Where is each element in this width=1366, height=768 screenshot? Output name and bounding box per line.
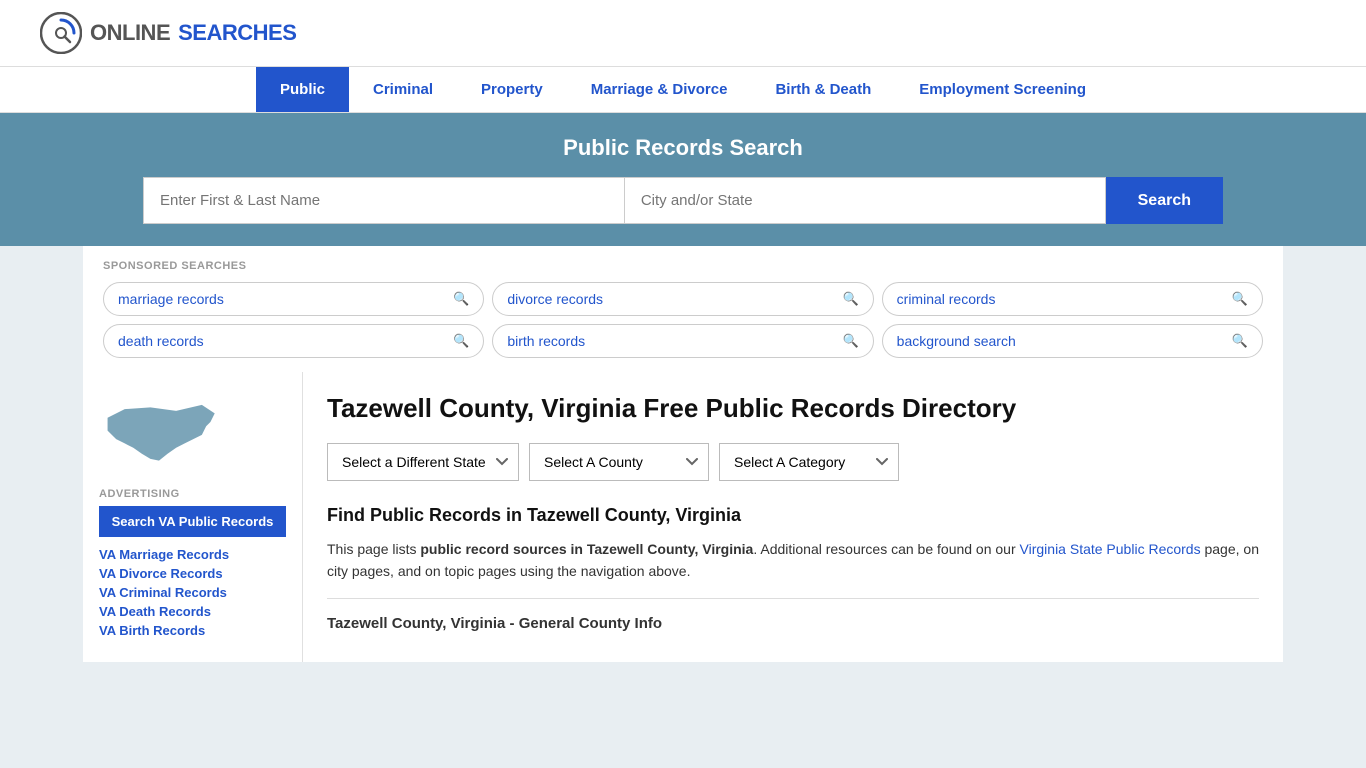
- sponsored-grid: marriage records 🔍 divorce records 🔍 cri…: [103, 282, 1263, 358]
- category-dropdown[interactable]: Select A Category: [719, 443, 899, 481]
- search-icon-death: 🔍: [453, 333, 469, 349]
- nav-property[interactable]: Property: [457, 67, 567, 112]
- content-section: Advertising Search VA Public Records VA …: [63, 372, 1303, 662]
- sidebar-links: VA Marriage Records VA Divorce Records V…: [99, 547, 286, 638]
- sidebar-link-birth[interactable]: VA Birth Records: [99, 623, 286, 638]
- desc-part2: . Additional resources can be found on o…: [753, 541, 1019, 557]
- sponsored-item-marriage[interactable]: marriage records 🔍: [103, 282, 484, 316]
- search-form: Search: [143, 177, 1223, 224]
- sponsored-item-marriage-label: marriage records: [118, 291, 224, 307]
- nav-employment[interactable]: Employment Screening: [895, 67, 1110, 112]
- section-divider: [327, 598, 1259, 599]
- search-icon-background: 🔍: [1232, 333, 1248, 349]
- sponsored-item-criminal[interactable]: criminal records 🔍: [882, 282, 1263, 316]
- search-name-input[interactable]: [143, 177, 624, 224]
- search-icon-divorce: 🔍: [842, 291, 858, 307]
- sponsored-item-divorce-label: divorce records: [507, 291, 603, 307]
- sponsored-item-birth-label: birth records: [507, 333, 585, 349]
- search-icon-birth: 🔍: [842, 333, 858, 349]
- county-dropdown[interactable]: Select A County: [529, 443, 709, 481]
- main-content: Tazewell County, Virginia Free Public Re…: [303, 372, 1283, 662]
- sponsored-item-divorce[interactable]: divorce records 🔍: [492, 282, 873, 316]
- sidebar-link-death[interactable]: VA Death Records: [99, 604, 286, 619]
- main-nav: Public Criminal Property Marriage & Divo…: [0, 67, 1366, 113]
- find-records-title: Find Public Records in Tazewell County, …: [327, 505, 1259, 526]
- content-area: Advertising Search VA Public Records VA …: [83, 372, 1283, 662]
- search-icon-marriage: 🔍: [453, 291, 469, 307]
- logo-text-searches: SEARCHES: [178, 20, 296, 46]
- sidebar: Advertising Search VA Public Records VA …: [83, 372, 303, 662]
- logo-icon: [40, 12, 82, 54]
- nav-marriage-divorce[interactable]: Marriage & Divorce: [567, 67, 752, 112]
- sidebar-link-divorce[interactable]: VA Divorce Records: [99, 566, 286, 581]
- description-text: This page lists public record sources in…: [327, 538, 1259, 583]
- logo-text-online: ONLINE: [90, 20, 170, 46]
- dropdowns-row: Select a Different State Select A County…: [327, 443, 1259, 481]
- sponsored-item-death-label: death records: [118, 333, 204, 349]
- description: This page lists public record sources in…: [327, 538, 1259, 583]
- nav-criminal[interactable]: Criminal: [349, 67, 457, 112]
- sponsored-item-background-label: background search: [897, 333, 1016, 349]
- sidebar-ad-button[interactable]: Search VA Public Records: [99, 506, 286, 537]
- virginia-map: [99, 392, 219, 469]
- search-banner-title: Public Records Search: [40, 135, 1326, 161]
- search-location-input[interactable]: [624, 177, 1106, 224]
- site-header: ONLINE SEARCHES: [0, 0, 1366, 67]
- logo[interactable]: ONLINE SEARCHES: [40, 12, 296, 54]
- nav-birth-death[interactable]: Birth & Death: [751, 67, 895, 112]
- state-dropdown[interactable]: Select a Different State: [327, 443, 519, 481]
- sponsored-label: SPONSORED SEARCHES: [103, 260, 1263, 272]
- sponsored-item-death[interactable]: death records 🔍: [103, 324, 484, 358]
- sponsored-item-birth[interactable]: birth records 🔍: [492, 324, 873, 358]
- desc-link[interactable]: Virginia State Public Records: [1020, 541, 1201, 557]
- search-banner: Public Records Search Search: [0, 113, 1366, 246]
- desc-bold: public record sources in Tazewell County…: [420, 541, 753, 557]
- sponsored-wrapper: SPONSORED SEARCHES marriage records 🔍 di…: [83, 246, 1283, 372]
- search-icon-criminal: 🔍: [1232, 291, 1248, 307]
- sponsored-section: SPONSORED SEARCHES marriage records 🔍 di…: [63, 246, 1303, 372]
- sponsored-item-criminal-label: criminal records: [897, 291, 996, 307]
- sidebar-link-marriage[interactable]: VA Marriage Records: [99, 547, 286, 562]
- general-info-title: Tazewell County, Virginia - General Coun…: [327, 615, 1259, 632]
- nav-public[interactable]: Public: [256, 67, 349, 112]
- sidebar-link-criminal[interactable]: VA Criminal Records: [99, 585, 286, 600]
- page-title: Tazewell County, Virginia Free Public Re…: [327, 392, 1259, 425]
- sidebar-ad-label: Advertising: [99, 488, 286, 500]
- search-button[interactable]: Search: [1106, 177, 1223, 224]
- sponsored-item-background[interactable]: background search 🔍: [882, 324, 1263, 358]
- desc-part1: This page lists: [327, 541, 420, 557]
